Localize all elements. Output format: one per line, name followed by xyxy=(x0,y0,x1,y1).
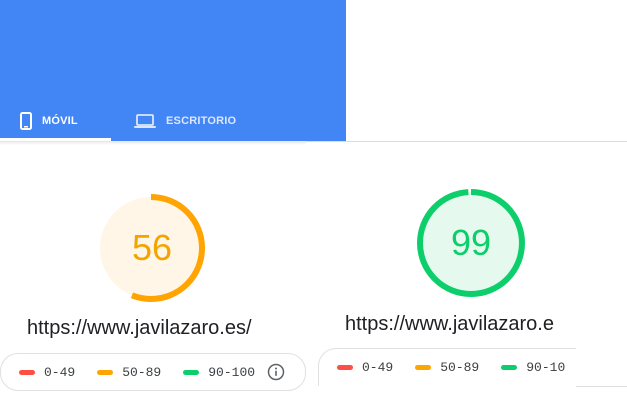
smartphone-icon xyxy=(20,111,32,130)
legend-item-average: 50-89 xyxy=(415,360,479,375)
legend-swatch-red xyxy=(337,365,353,370)
legend-swatch-green xyxy=(183,369,200,375)
performance-score-gauge: 56 xyxy=(96,192,210,304)
device-tabs-header: MÓVIL ESCRITORIO xyxy=(0,0,346,141)
legend-swatch-green xyxy=(501,365,518,370)
legend-item-fail: 0-49 xyxy=(337,360,393,375)
laptop-icon xyxy=(134,113,156,129)
score-legend: 0-49 50-89 90-100 xyxy=(0,353,306,391)
legend-item-fail: 0-49 xyxy=(19,365,75,380)
legend-item-good: 90-10 xyxy=(501,360,565,375)
legend-range-label: 50-89 xyxy=(440,360,480,375)
tab-escritorio-label: ESCRITORIO xyxy=(166,114,237,127)
tested-url-2: https://www.javilazaro.e xyxy=(345,313,554,335)
legend-swatch-orange xyxy=(415,365,432,370)
performance-score-value: 56 xyxy=(131,227,173,268)
tab-movil[interactable]: MÓVIL xyxy=(20,100,78,141)
info-icon[interactable] xyxy=(267,363,285,381)
legend-item-average: 50-89 xyxy=(97,365,161,380)
score-legend-2: 0-49 50-89 90-10 xyxy=(318,348,576,386)
legend-range-label: 90-100 xyxy=(208,364,256,380)
legend-range-label: 0-49 xyxy=(362,360,394,375)
legend-range-label: 90-10 xyxy=(526,360,566,375)
header-shadow xyxy=(0,141,306,145)
legend-item-good: 90-100 xyxy=(183,365,255,380)
legend-swatch-red xyxy=(19,369,35,375)
tab-escritorio[interactable]: ESCRITORIO xyxy=(134,100,236,141)
legend-swatch-orange xyxy=(97,369,114,375)
performance-score-value-2: 99 xyxy=(450,222,492,263)
legend-range-label: 0-49 xyxy=(44,364,76,380)
tab-movil-label: MÓVIL xyxy=(42,114,78,127)
section-divider-bottom xyxy=(576,386,627,387)
section-divider xyxy=(306,141,627,142)
legend-range-label: 50-89 xyxy=(122,364,162,380)
performance-score-gauge-2: 99 xyxy=(415,187,527,299)
tested-url: https://www.javilazaro.es/ xyxy=(27,317,252,339)
